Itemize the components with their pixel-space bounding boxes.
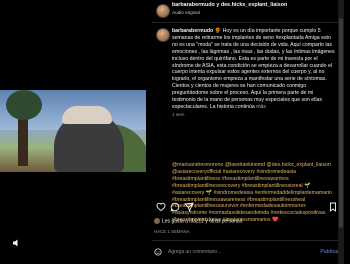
action-bar [152,202,342,214]
caption-text: 🌻 Hoy es un día importante porque cumplo… [172,28,335,110]
smiley-icon[interactable] [154,248,162,256]
caption-username[interactable]: barbarabermudo [172,28,213,34]
speaker-icon[interactable] [12,238,22,248]
post-date: HACE 1 SEMANA [154,229,190,234]
bookmark-icon[interactable] [328,202,338,212]
comment-input[interactable]: Agrega un comentario... [168,249,221,255]
comment-icon[interactable] [170,202,180,212]
mentions-text: @marisandresmoreno @lawdrankinemd @dee.h… [172,162,338,224]
share-icon[interactable] [184,202,194,212]
likes-summary[interactable]: Les gusta a tifaz12 y otras personas [154,218,340,224]
mentions-hashtags[interactable]: @marisandresmoreno @lawdrankinemd @dee.h… [172,162,332,223]
scrollbar-thumb[interactable] [339,18,343,228]
post-time: 1 sem [172,111,185,117]
avatar [154,218,160,224]
divider [152,240,342,241]
post-details-panel: barbarabermudo y dee.hicks_explant_liais… [146,0,344,264]
likes-text[interactable]: Les gusta a tifaz12 y otras personas [162,218,242,224]
more-link[interactable]: más [256,104,266,110]
avatar[interactable] [156,28,170,42]
post-authors[interactable]: barbarabermudo y dee.hicks_explant_liais… [172,2,287,8]
scrollbar[interactable] [338,0,344,264]
avatar[interactable] [156,4,170,18]
post-video[interactable] [0,90,146,172]
post-header: barbarabermudo y dee.hicks_explant_liais… [156,2,346,20]
heart-icon[interactable] [156,202,166,212]
audio-label[interactable]: Audio original [172,10,200,15]
add-comment-bar: Agrega un comentario... Publicar [152,246,342,260]
media-panel [0,0,146,264]
divider [152,22,342,23]
